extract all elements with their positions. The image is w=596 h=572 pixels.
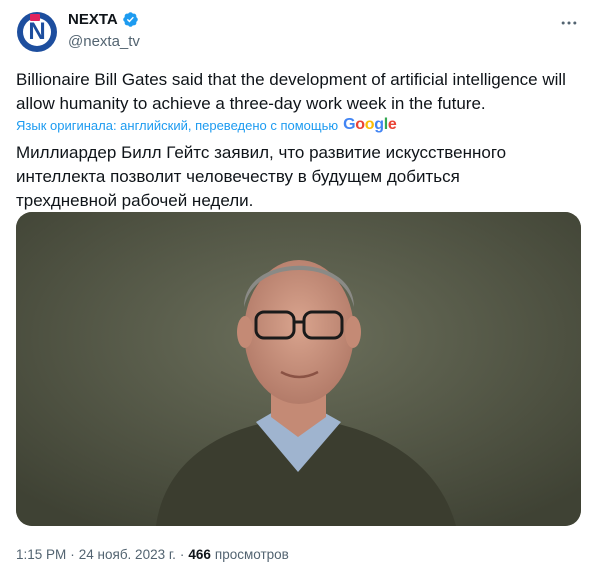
more-options-button[interactable] <box>555 9 583 37</box>
avatar-letter: N <box>28 18 46 45</box>
translated-text: Миллиардер Билл Гейтс заявил, что развит… <box>16 143 507 210</box>
author-name-row: NEXTA <box>68 11 139 28</box>
avatar[interactable]: N <box>17 12 57 52</box>
more-horizontal-icon <box>561 21 577 25</box>
translation-note-label[interactable]: Язык оригинала: английский, переведено с… <box>16 118 338 133</box>
translation-note: Язык оригинала: английский, переведено с… <box>16 117 397 133</box>
views-label: просмотров <box>214 547 289 562</box>
tweet-time[interactable]: 1:15 PM <box>16 547 66 562</box>
tweet-date[interactable]: 24 нояб. 2023 г. <box>79 547 176 562</box>
google-logo: Google <box>343 116 397 133</box>
views-count: 466 <box>188 547 211 562</box>
tweet-photo[interactable] <box>16 212 581 526</box>
author-display-name[interactable]: NEXTA <box>68 11 118 28</box>
tweet-meta: 1:15 PM · 24 нояб. 2023 г. · 466 просмот… <box>16 547 289 562</box>
author-handle[interactable]: @nexta_tv <box>68 33 140 50</box>
verified-badge-icon <box>122 12 138 27</box>
portrait-image <box>16 212 581 526</box>
avatar-logo: N <box>23 14 51 46</box>
tweet-text: Billionaire Bill Gates said that the dev… <box>16 70 566 113</box>
flag-icon <box>30 14 40 21</box>
